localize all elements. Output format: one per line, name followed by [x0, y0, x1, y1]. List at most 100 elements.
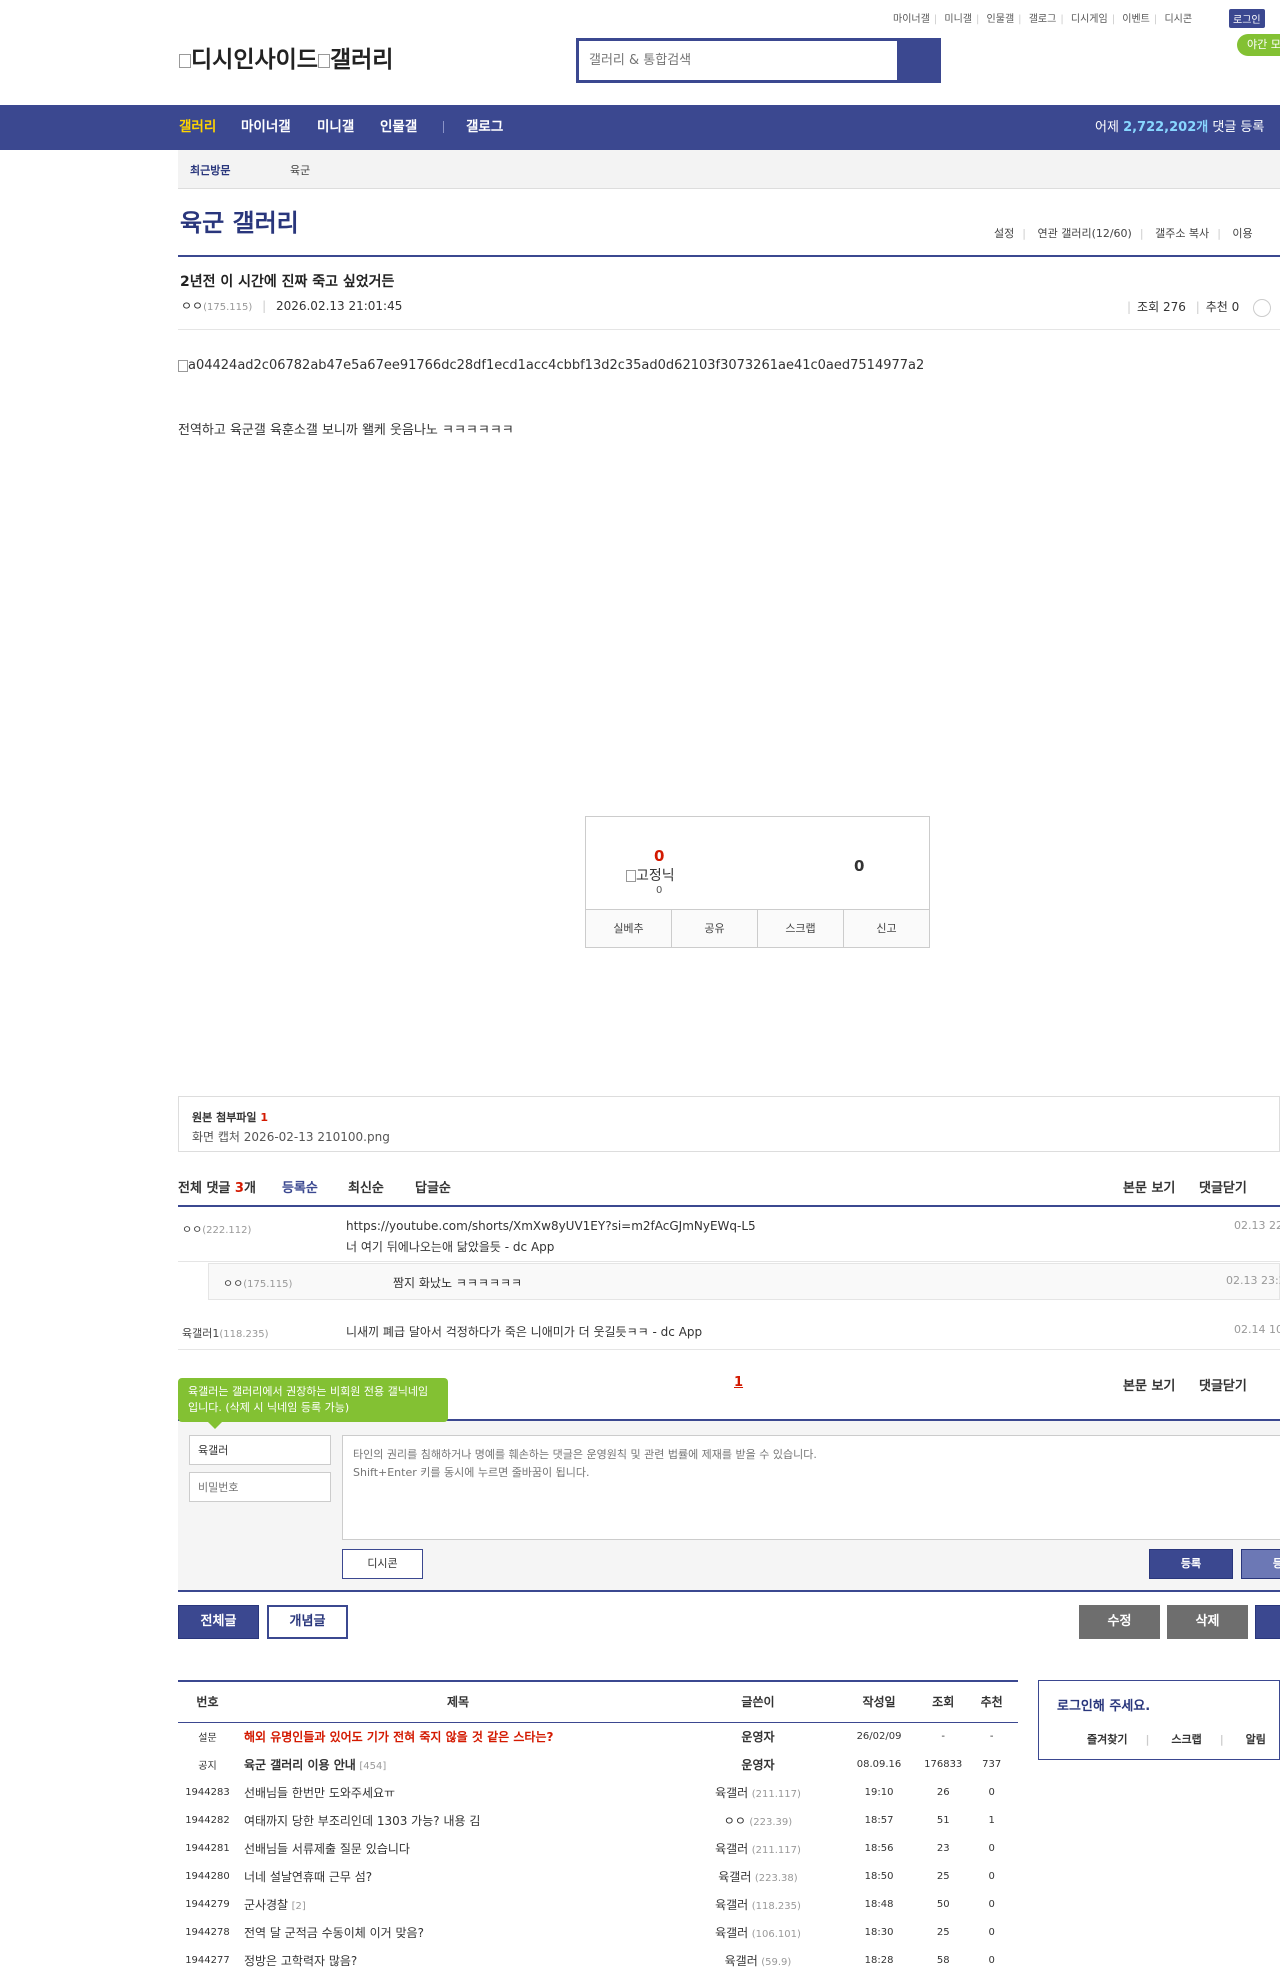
notification-link[interactable]: 알림 [1246, 1733, 1266, 1746]
comment-link[interactable]: https://youtube.com/shorts/XmXw8yUV1EY?s… [346, 1219, 756, 1233]
post-writer[interactable]: 운영자 [679, 1722, 837, 1750]
login-prompt[interactable]: 로그인해 주세요. [1057, 1695, 1261, 1714]
real-best-button[interactable]: 실베추 [586, 910, 672, 947]
table-row[interactable]: 1944278 전역 달 군적금 수동이체 이거 맞음? 육갤러 (106.101… [178, 1918, 1018, 1946]
view-body-button-2[interactable]: 본문 보기 [1123, 1375, 1175, 1394]
util-link-person[interactable]: 인물갤 [987, 14, 1015, 25]
post-title-link[interactable]: 군사경찰 [244, 1898, 288, 1912]
submit-button[interactable]: 등록 [1149, 1549, 1233, 1579]
concept-posts-button[interactable]: 개념글 [267, 1605, 348, 1639]
view-body-button[interactable]: 본문 보기 [1123, 1177, 1175, 1196]
post-writer[interactable]: 육갤러 (106.101) [679, 1918, 837, 1946]
post-title-link[interactable]: 정방은 고학력자 많음? [244, 1954, 357, 1968]
not-recommend-count[interactable]: 0 [854, 857, 864, 875]
table-row[interactable]: 1944280 너네 설날연휴때 근무 섬? 육갤러 (223.38) 18:50 2… [178, 1862, 1018, 1890]
nav-gallog[interactable]: 갤로그 [466, 105, 503, 150]
sort-replies[interactable]: 답글순 [415, 1177, 451, 1196]
dccon-button[interactable]: 디시콘 [342, 1549, 423, 1579]
nav-minor[interactable]: 마이너갤 [241, 105, 291, 150]
table-row[interactable]: 1944283 선배님들 한번만 도와주세요ㅠ 육갤러 (211.117) 19:1… [178, 1778, 1018, 1806]
post-title-link[interactable]: 육군 갤러리 이용 안내 [244, 1758, 356, 1772]
post-writer[interactable]: 육갤러 (118.235) [679, 1890, 837, 1918]
post-writer[interactable]: ㅇㅇ (223.39) [679, 1806, 837, 1834]
nav-gallery[interactable]: 갤러리 [179, 105, 216, 150]
post-title-cell[interactable]: 전역 달 군적금 수동이체 이거 맞음? [237, 1918, 679, 1946]
post-title-cell[interactable]: 육군 갤러리 이용 안내 [454] [237, 1750, 679, 1778]
reply-count[interactable]: [2] [292, 1901, 306, 1912]
comment-textarea[interactable] [342, 1435, 1280, 1540]
post-recommend: 추천 0 [1205, 300, 1240, 314]
scrap-button[interactable]: 스크랩 [758, 910, 844, 947]
post-title-cell[interactable]: 여태까지 당한 부조리인데 1303 가능? 내용 김 [237, 1806, 679, 1834]
write-button[interactable] [1255, 1605, 1280, 1639]
sort-latest[interactable]: 최신순 [348, 1177, 384, 1196]
post-title-link[interactable]: 여태까지 당한 부조리인데 1303 가능? 내용 김 [244, 1814, 480, 1828]
table-row[interactable]: 설문 해외 유명인들과 있어도 기가 전혀 죽지 않을 것 같은 스타는? 운영자… [178, 1722, 1018, 1750]
post-writer[interactable]: 육갤러 (211.117) [679, 1834, 837, 1862]
post-title-cell[interactable]: 해외 유명인들과 있어도 기가 전혀 죽지 않을 것 같은 스타는? [237, 1722, 679, 1750]
comment-nick[interactable]: ㅇㅇ(222.112) [182, 1221, 251, 1237]
table-row[interactable]: 1944279 군사경찰 [2] 육갤러 (118.235) 18:48 50 0 [178, 1890, 1018, 1918]
night-mode-toggle[interactable]: 야간 모 [1237, 34, 1280, 56]
favorites-link[interactable]: 즐겨찾기 [1087, 1733, 1127, 1746]
util-link-event[interactable]: 이벤트 [1122, 14, 1150, 25]
util-link-game[interactable]: 디시게임 [1071, 14, 1108, 25]
comment-count-bubble-icon[interactable] [1253, 298, 1272, 317]
post-title-link[interactable]: 선배님들 서류제출 질문 있습니다 [244, 1842, 410, 1856]
post-title-link[interactable]: 선배님들 한번만 도와주세요ㅠ [244, 1786, 395, 1800]
delete-button[interactable]: 삭제 [1167, 1605, 1248, 1639]
post-title-link[interactable]: 전역 달 군적금 수동이체 이거 맞음? [244, 1926, 424, 1940]
submit-recommend-button[interactable]: 등록 [1241, 1549, 1280, 1579]
gallery-settings-link[interactable]: 설정 [994, 227, 1014, 240]
post-writer[interactable]: 운영자 [679, 1750, 837, 1778]
related-gallery-link[interactable]: 연관 갤러리(12/60) [1037, 227, 1131, 240]
scrap-link[interactable]: 스크랩 [1171, 1733, 1201, 1746]
comment-nick[interactable]: ㅇㅇ(175.115) [223, 1275, 292, 1291]
recommend-button[interactable]: 고정닉 [626, 865, 675, 885]
nav-mini[interactable]: 미니갤 [317, 105, 354, 150]
reply-count[interactable]: [454] [359, 1761, 386, 1772]
post-title-cell[interactable]: 선배님들 서류제출 질문 있습니다 [237, 1834, 679, 1862]
report-button[interactable]: 신고 [844, 910, 929, 947]
post-title-link[interactable]: 해외 유명인들과 있어도 기가 전혀 죽지 않을 것 같은 스타는? [244, 1730, 554, 1744]
post-author[interactable]: ㅇㅇ [181, 299, 203, 313]
post-writer[interactable]: 육갤러 (211.117) [679, 1778, 837, 1806]
table-row[interactable]: 공지 육군 갤러리 이용 안내 [454] 운영자 08.09.16 176833 73… [178, 1750, 1018, 1778]
attachment-file-link[interactable]: 화면 캡처 2026-02-13 210100.png [192, 1128, 1266, 1145]
post-title-cell[interactable]: 너네 설날연휴때 근무 섬? [237, 1862, 679, 1890]
post-title-link[interactable]: 너네 설날연휴때 근무 섬? [244, 1870, 372, 1884]
post-views: - [941, 1730, 946, 1742]
password-field[interactable] [189, 1472, 331, 1502]
copy-address-link[interactable]: 갤주소 복사 [1155, 227, 1209, 240]
nav-person[interactable]: 인물갤 [380, 105, 417, 150]
stats-suffix: 댓글 등록 [1212, 120, 1265, 135]
close-comments-button[interactable]: 댓글닫기 [1199, 1177, 1247, 1196]
recent-item-army[interactable]: 육군 [290, 162, 310, 178]
util-link-gallog[interactable]: 갤로그 [1029, 14, 1057, 25]
site-logo[interactable]: 디시인사이드 갤러리 [179, 40, 393, 74]
gallery-title[interactable]: 육군 갤러리 [180, 203, 299, 238]
post-writer[interactable]: 육갤러 (223.38) [679, 1862, 837, 1890]
table-row[interactable]: 1944277 정방은 고학력자 많음? 육갤러 (59.9) 18:28 58 0 [178, 1946, 1018, 1974]
post-title-cell[interactable]: 군사경찰 [2] [237, 1890, 679, 1918]
close-comments-button-2[interactable]: 댓글닫기 [1199, 1375, 1247, 1394]
post-writer[interactable]: 육갤러 (59.9) [679, 1946, 837, 1974]
table-row[interactable]: 1944282 여태까지 당한 부조리인데 1303 가능? 내용 김 ㅇㅇ (2… [178, 1806, 1018, 1834]
search-input[interactable] [579, 41, 897, 80]
post-title-cell[interactable]: 선배님들 한번만 도와주세요ㅠ [237, 1778, 679, 1806]
login-button[interactable]: 로그인 [1229, 9, 1265, 28]
sort-registered[interactable]: 등록순 [282, 1177, 318, 1196]
post-title-cell[interactable]: 정방은 고학력자 많음? [237, 1946, 679, 1974]
util-link-dccon[interactable]: 디시콘 [1164, 14, 1192, 25]
util-link-mini[interactable]: 미니갤 [944, 14, 972, 25]
nickname-field[interactable] [189, 1435, 331, 1465]
util-link-minor[interactable]: 마이너갤 [893, 14, 930, 25]
usage-link[interactable]: 이용 [1232, 227, 1252, 240]
edit-button[interactable]: 수정 [1079, 1605, 1160, 1639]
comment-page-1[interactable]: 1 [734, 1375, 743, 1390]
search-button[interactable] [897, 38, 941, 83]
share-button[interactable]: 공유 [672, 910, 758, 947]
all-posts-button[interactable]: 전체글 [178, 1605, 259, 1639]
table-row[interactable]: 1944281 선배님들 서류제출 질문 있습니다 육갤러 (211.117) 18… [178, 1834, 1018, 1862]
comment-nick[interactable]: 육갤러1(118.235) [182, 1325, 269, 1341]
